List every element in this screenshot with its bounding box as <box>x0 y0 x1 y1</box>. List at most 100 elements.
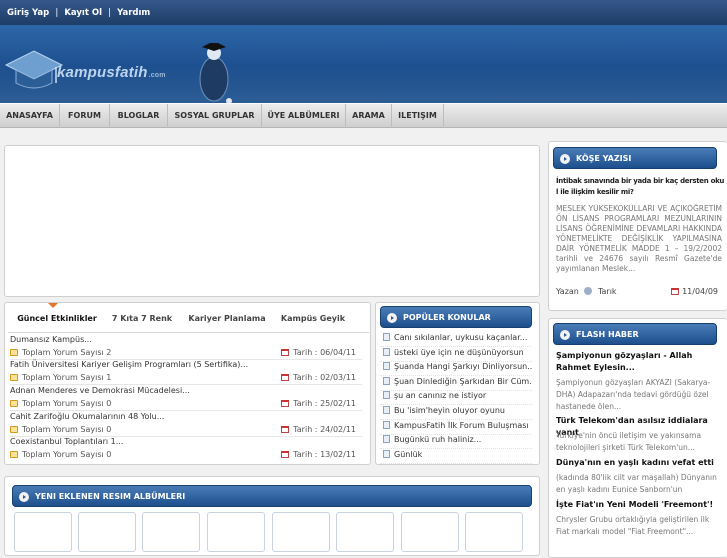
document-icon <box>383 376 390 385</box>
user-icon <box>584 287 593 295</box>
document-icon <box>383 333 390 341</box>
popular-item[interactable]: Şuanda Hangi Şarkıyı Dinliyorsun... <box>380 362 532 377</box>
date-label: Tarih : <box>293 399 318 408</box>
nav-forum[interactable]: FORUM <box>60 104 110 128</box>
nav-member-albums[interactable]: ÜYE ALBÜMLERI <box>262 104 346 128</box>
document-icon <box>383 347 390 356</box>
nav-contact[interactable]: ILETIŞIM <box>392 104 444 128</box>
news-meta: Toplam Yorum Sayısı 2 Tarih : 06/04/11 <box>10 348 360 357</box>
calendar-icon <box>281 451 290 458</box>
album-thumb[interactable] <box>142 512 200 552</box>
popular-item-label: üsteki üye için ne düşünüyorsun <box>394 347 524 357</box>
comment-label: Toplam Yorum Sayısı <box>22 425 104 434</box>
comment-count: 1 <box>106 373 112 382</box>
main-nav: ANASAYFA FORUM BLOGLAR SOSYAL GRUPLAR ÜY… <box>0 103 727 128</box>
popular-item[interactable]: Şuan Dinlediğin Şarkıdan Bir Cüm... <box>380 376 532 391</box>
album-thumb[interactable] <box>272 512 330 552</box>
flash-summary: Şampiyonun gözyaşları AKYAZI (Sakarya-DH… <box>556 378 711 411</box>
tab-divider <box>8 332 369 333</box>
popular-item[interactable]: Günlük <box>380 449 532 464</box>
date-label: Tarih : <box>293 425 318 434</box>
popular-item[interactable]: şu an canınız ne istiyor <box>380 391 532 406</box>
popular-item[interactable]: KampusFatih İlk Forum Buluşması <box>380 420 532 435</box>
popular-header: POPÜLER KONULAR <box>380 306 532 328</box>
comment-icon <box>10 451 18 458</box>
separator: | <box>108 8 112 18</box>
news-title[interactable]: Cahit Zarifoğlu Okumalarının 48 Yolu... <box>10 412 360 421</box>
news-title[interactable]: Adnan Menderes ve Demokrasi Mücadelesi..… <box>10 386 360 395</box>
divider <box>10 384 362 385</box>
popular-item-label: Şuanda Hangi Şarkıyı Dinliyorsun... <box>394 362 532 372</box>
popular-item-label: Şuan Dinlediğin Şarkıdan Bir Cüm... <box>394 376 532 386</box>
calendar-icon <box>281 349 290 356</box>
comment-label: Toplam Yorum Sayısı <box>22 373 104 382</box>
nav-home[interactable]: ANASAYFA <box>0 104 60 128</box>
column-headline[interactable]: İntibak sınavında bir yada bir kaç derst… <box>556 176 726 198</box>
document-icon <box>383 449 390 458</box>
news-item: Dumansız Kampüs... Toplam Yorum Sayısı 2T… <box>10 335 362 360</box>
calendar-icon <box>671 288 679 295</box>
comment-icon <box>10 374 18 381</box>
nav-blogs[interactable]: BLOGLAR <box>110 104 168 128</box>
news-meta: Toplam Yorum Sayısı 0 Tarih : 25/02/11 <box>10 399 360 408</box>
date-label: Tarih : <box>293 348 318 357</box>
register-link[interactable]: Kayıt Ol <box>64 8 102 18</box>
album-thumb[interactable] <box>465 512 523 552</box>
tab-current-events[interactable]: Güncel Etkinlikler <box>14 306 100 332</box>
popular-item[interactable]: üsteki üye için ne düşünüyorsun <box>380 347 532 362</box>
popular-item[interactable]: Bu 'isim'heyin oluyor oyunu <box>380 406 532 420</box>
popular-item[interactable]: Bugünkü ruh haliniz... <box>380 435 532 450</box>
column-header: KÖŞE YAZISI <box>553 147 717 169</box>
flash-summary: Chrysler Grubu ortaklığıyla geliştirilen… <box>556 515 710 536</box>
document-icon <box>383 420 390 429</box>
news-item: Coexistanbul Toplantıları 1... Toplam Yor… <box>10 437 360 459</box>
bullet-icon <box>387 313 397 323</box>
news-title[interactable]: Fatih Üniversitesi Kariyer Gelişim Progr… <box>10 360 360 369</box>
comment-icon <box>10 426 18 433</box>
popular-item-label: Bu 'isim'heyin oluyor oyunu <box>394 406 505 415</box>
divider <box>10 410 362 411</box>
tab-7-continents[interactable]: 7 Kıta 7 Renk <box>106 306 178 332</box>
news-title[interactable]: Dumansız Kampüs... <box>10 335 360 344</box>
popular-item[interactable]: Canı sıkılanlar, uykusu kaçanlar... <box>380 333 532 347</box>
flash-summary: Türkiye'nin öncü iletişim ve yakınsama t… <box>556 431 702 452</box>
login-link[interactable]: Giriş Yap <box>7 8 49 18</box>
site-header: kampusfatih.com <box>0 25 727 103</box>
news-item: Adnan Menderes ve Demokrasi Mücadelesi..… <box>10 386 362 411</box>
flash-title[interactable]: Dünya'nın en yaşlı kadını vefat etti <box>556 457 721 469</box>
nav-search[interactable]: ARAMA <box>346 104 392 128</box>
flash-title[interactable]: Şampiyonun gözyaşları - Allah Rahmet Eyl… <box>556 350 721 374</box>
news-item: Fatih Üniversitesi Kariyer Gelişim Progr… <box>10 360 362 385</box>
calendar-icon <box>281 400 290 407</box>
news-meta: Toplam Yorum Sayısı 0 Tarih : 24/02/11 <box>10 425 360 434</box>
tab-career-planning[interactable]: Kariyer Planlama <box>186 306 268 332</box>
nav-social-groups[interactable]: SOSYAL GRUPLAR <box>168 104 262 128</box>
help-link[interactable]: Yardım <box>117 8 150 18</box>
calendar-icon <box>281 374 290 381</box>
popular-item-label: Günlük <box>394 449 423 459</box>
document-icon <box>383 406 390 414</box>
album-thumb[interactable] <box>14 512 72 552</box>
comment-count: 0 <box>106 425 112 434</box>
album-thumb[interactable] <box>207 512 265 552</box>
comment-count: 0 <box>106 399 112 408</box>
popular-item-label: KampusFatih İlk Forum Buluşması <box>394 420 529 430</box>
album-thumb[interactable] <box>336 512 394 552</box>
flash-title[interactable]: İşte Fiat'ın Yeni Modeli 'Freemont'! <box>556 499 721 511</box>
column-author[interactable]: Tarık <box>598 287 617 296</box>
tab-campus-geyik[interactable]: Kampüs Geyik <box>274 306 352 332</box>
popular-item-label: Canı sıkılanlar, uykusu kaçanlar... <box>394 333 528 342</box>
column-body: MESLEK YÜKSEKOKULLARI VE AÇIKÖĞRETİM ÖN … <box>556 204 722 273</box>
news-date: 25/02/11 <box>320 399 356 408</box>
comment-label: Toplam Yorum Sayısı <box>22 399 104 408</box>
logo-text: kampusfatih.com <box>57 64 166 81</box>
comment-count: 2 <box>106 348 112 357</box>
comment-icon <box>10 349 18 356</box>
news-title[interactable]: Coexistanbul Toplantıları 1... <box>10 437 360 446</box>
album-thumb[interactable] <box>401 512 459 552</box>
albums-header: YENI EKLENEN RESIM ALBÜMLERI <box>12 485 532 507</box>
album-thumb[interactable] <box>78 512 136 552</box>
column-date: 11/04/09 <box>682 287 718 296</box>
document-icon <box>383 435 390 444</box>
news-item: Cahit Zarifoğlu Okumalarının 48 Yolu... T… <box>10 412 362 437</box>
